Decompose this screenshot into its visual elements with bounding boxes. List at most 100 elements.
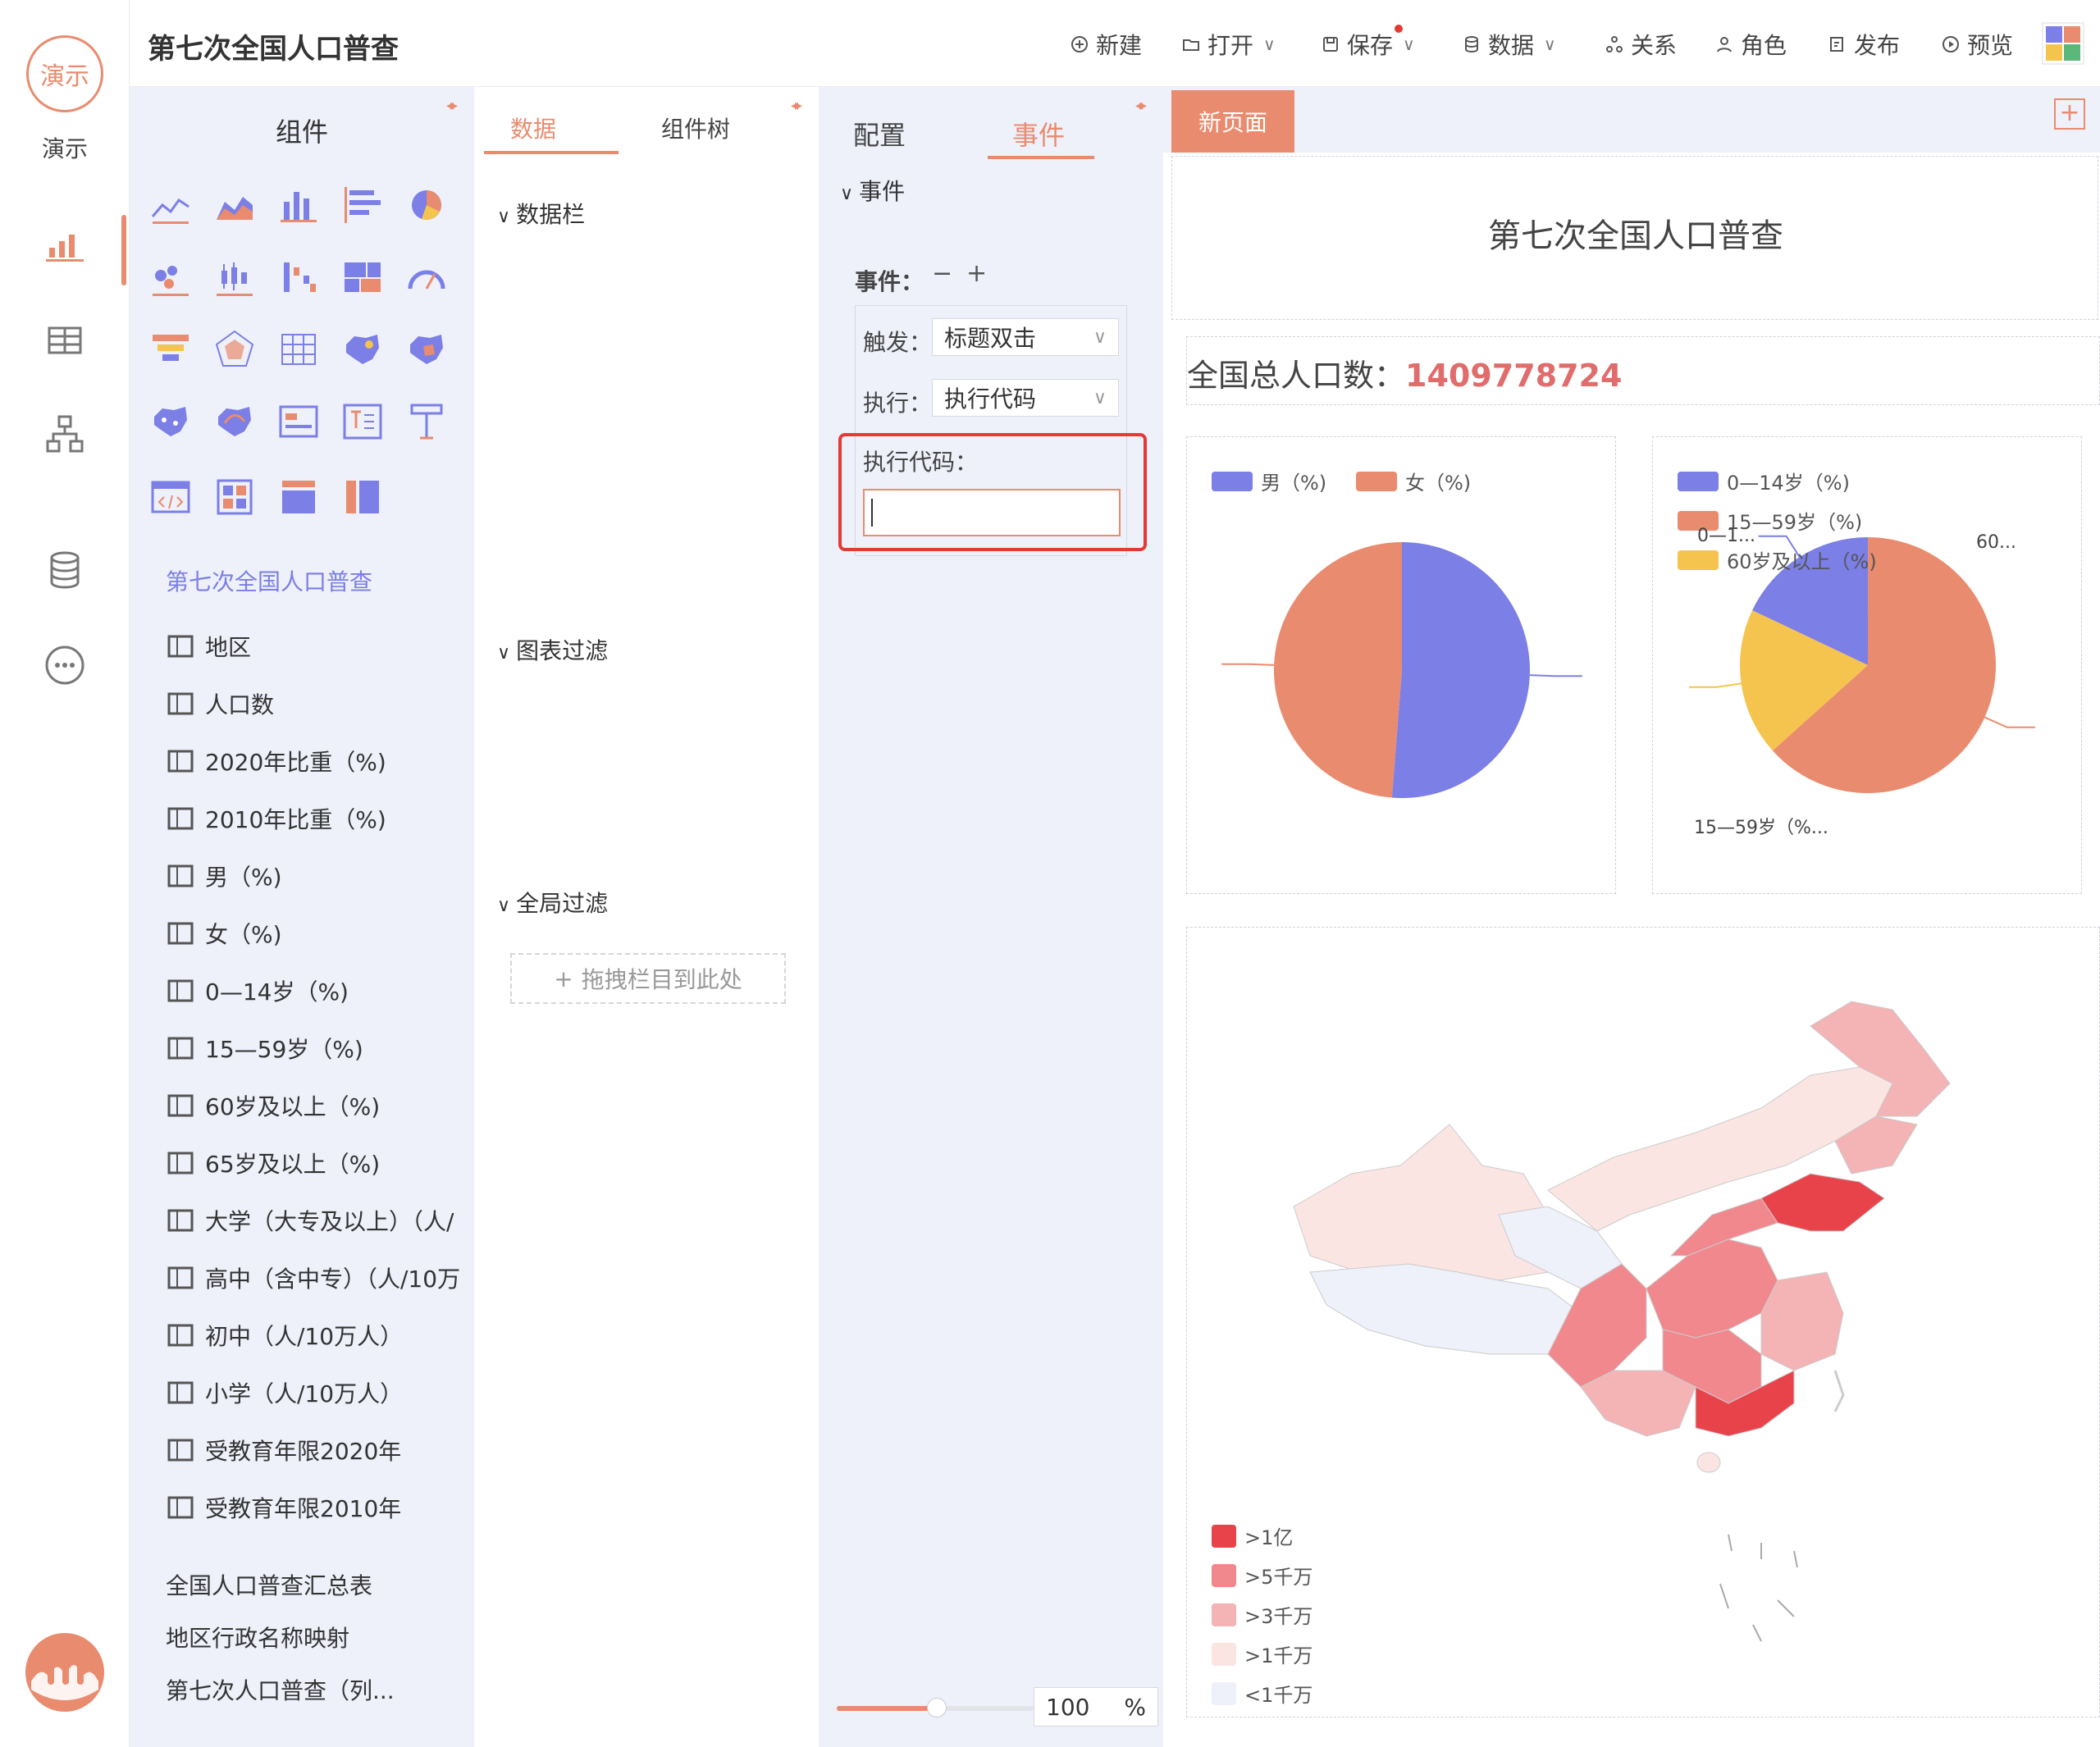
area-chart-icon[interactable] — [213, 184, 256, 226]
tab-component-tree[interactable]: 组件树 — [661, 112, 730, 144]
chart-icon[interactable] — [43, 221, 87, 266]
collapse-handle-icon[interactable]: ◂▸ — [446, 97, 458, 114]
tab-event[interactable]: 事件 — [1012, 115, 1065, 153]
title-component-icon[interactable] — [405, 400, 448, 443]
map-legend-item[interactable]: >1千万 — [1212, 1640, 1312, 1668]
field-item[interactable]: 65岁及以上（%) — [167, 1147, 380, 1179]
tab-data[interactable]: 数据 — [510, 112, 556, 144]
region-hainan[interactable] — [1696, 1452, 1721, 1473]
region-map-icon[interactable] — [149, 400, 192, 443]
field-item[interactable]: 人口数 — [167, 687, 274, 720]
pie-slice[interactable] — [1391, 542, 1530, 798]
dataset-root[interactable]: 第七次全国人口普查 — [154, 564, 372, 597]
global-filter-section[interactable]: ∨ 全局过滤 — [497, 886, 608, 919]
table-item[interactable]: 第七次人口普查（列... — [154, 1673, 395, 1706]
relation-button[interactable]: 关系 — [1605, 28, 1677, 61]
candlestick-icon[interactable] — [213, 256, 256, 299]
field-item[interactable]: 大学（大专及以上）（人/ — [167, 1204, 454, 1237]
heat-map-icon[interactable] — [405, 328, 448, 371]
field-item[interactable]: 0—14岁（%) — [167, 974, 349, 1007]
publish-button[interactable]: 发布 — [1828, 28, 1900, 61]
funnel-icon[interactable] — [149, 328, 192, 371]
field-item[interactable]: 60岁及以上（%) — [167, 1089, 380, 1122]
region-tibet[interactable] — [1309, 1263, 1582, 1355]
theme-icon[interactable] — [2041, 21, 2085, 66]
region-taiwan[interactable] — [1833, 1370, 1845, 1412]
new-button[interactable]: 新建 — [1070, 28, 1142, 61]
field-item[interactable]: 受教育年限2020年 — [167, 1434, 401, 1466]
grid-table-icon[interactable] — [277, 328, 320, 371]
collapse-handle-icon[interactable]: ◂▸ — [1135, 97, 1147, 114]
chart-filter-section[interactable]: ∨ 图表过滤 — [497, 633, 608, 666]
radar-icon[interactable] — [213, 328, 256, 371]
scatter-chart-icon[interactable] — [149, 256, 192, 299]
trigger-select[interactable]: 标题双击 ∨ — [932, 318, 1119, 356]
title-card[interactable]: 第七次全国人口普查 — [1171, 156, 2098, 320]
waterfall-chart-icon[interactable] — [277, 256, 320, 299]
code-input[interactable] — [863, 489, 1121, 536]
app-logo[interactable]: 演示 — [26, 35, 103, 112]
field-item[interactable]: 高中（含中专）（人/10万 — [167, 1261, 460, 1294]
region-sichuan[interactable] — [1547, 1263, 1647, 1388]
code-component-icon[interactable] — [149, 476, 192, 518]
execute-select[interactable]: 执行代码 ∨ — [932, 379, 1119, 417]
field-item[interactable]: 2010年比重（%) — [167, 802, 386, 835]
table-item[interactable]: 地区行政名称映射 — [154, 1621, 349, 1653]
field-item[interactable]: 地区 — [167, 630, 251, 663]
pie-chart-icon[interactable] — [405, 184, 448, 226]
data-button[interactable]: 数据 ∨ — [1462, 28, 1556, 61]
save-button[interactable]: 保存 ∨ — [1321, 28, 1415, 61]
legend-item[interactable]: 60岁及以上（%) — [1678, 545, 1877, 574]
grid-layout-icon[interactable] — [213, 476, 256, 518]
region-yunnan[interactable] — [1580, 1370, 1696, 1437]
field-item[interactable]: 15—59岁（%) — [167, 1032, 363, 1065]
table-item[interactable]: 全国人口普查汇总表 — [154, 1568, 372, 1601]
add-event-button[interactable]: + — [966, 259, 987, 288]
map-legend-item[interactable]: >3千万 — [1212, 1600, 1312, 1629]
legend-item[interactable]: 男（%) — [1212, 467, 1326, 495]
column-layout-icon[interactable] — [341, 476, 384, 518]
zoom-input[interactable]: 100% — [1034, 1687, 1158, 1726]
database-icon[interactable] — [43, 548, 87, 592]
line-chart-icon[interactable] — [149, 184, 192, 226]
tab-config[interactable]: 配置 — [853, 115, 906, 153]
gender-pie-card[interactable]: 男（%) 女（%) — [1186, 436, 1616, 894]
role-button[interactable]: 角色 — [1714, 28, 1787, 61]
zoom-slider-knob[interactable] — [927, 1698, 947, 1717]
table-icon[interactable] — [43, 318, 87, 363]
page-tab[interactable]: 新页面 — [1171, 90, 1294, 153]
region-central[interactable] — [1646, 1238, 1778, 1339]
map-icon[interactable] — [341, 328, 384, 371]
pie-slice[interactable] — [1273, 542, 1402, 798]
open-button[interactable]: 打开 ∨ — [1181, 28, 1276, 61]
legend-item[interactable]: 女（%) — [1356, 467, 1471, 495]
map-legend-item[interactable]: >1亿 — [1212, 1521, 1293, 1550]
event-section[interactable]: ∨ 事件 — [840, 174, 905, 207]
add-page-button[interactable]: + — [2054, 98, 2085, 130]
field-item[interactable]: 女（%) — [167, 917, 282, 950]
image-component-icon[interactable] — [277, 400, 320, 443]
collapse-handle-icon[interactable]: ◂▸ — [791, 97, 802, 114]
map-legend-item[interactable]: <1千万 — [1212, 1679, 1312, 1708]
zoom-slider[interactable] — [837, 1698, 1034, 1717]
field-item[interactable]: 初中（人/10万人） — [167, 1319, 403, 1352]
flow-map-icon[interactable] — [213, 400, 256, 443]
bottom-logo-icon[interactable] — [25, 1632, 105, 1713]
horizontal-bar-icon[interactable] — [341, 184, 384, 226]
region-shandong[interactable] — [1760, 1173, 1885, 1232]
population-map-card[interactable]: >1亿 >5千万 >3千万 >1千万 <1千万 — [1186, 927, 2100, 1717]
total-card[interactable]: 全国总人口数：1409778724 — [1186, 336, 2100, 405]
map-legend-item[interactable]: >5千万 — [1212, 1561, 1312, 1590]
gauge-icon[interactable] — [405, 256, 448, 299]
remove-event-button[interactable]: − — [932, 259, 952, 288]
bar-chart-icon[interactable] — [277, 184, 320, 226]
row-layout-icon[interactable] — [277, 476, 320, 518]
legend-item[interactable]: 0—14岁（%) — [1678, 467, 1850, 495]
more-icon[interactable] — [43, 643, 87, 687]
hierarchy-icon[interactable] — [43, 412, 87, 456]
drop-zone[interactable]: + 拖拽栏目到此处 — [510, 953, 786, 1004]
field-item[interactable]: 小学（人/10万人） — [167, 1376, 403, 1409]
field-item[interactable]: 男（%) — [167, 860, 282, 892]
field-item[interactable]: 受教育年限2010年 — [167, 1491, 401, 1524]
age-pie-card[interactable]: 0—14岁（%) 15—59岁（%) 60岁及以上（%) 60... 0—1..… — [1652, 436, 2082, 894]
